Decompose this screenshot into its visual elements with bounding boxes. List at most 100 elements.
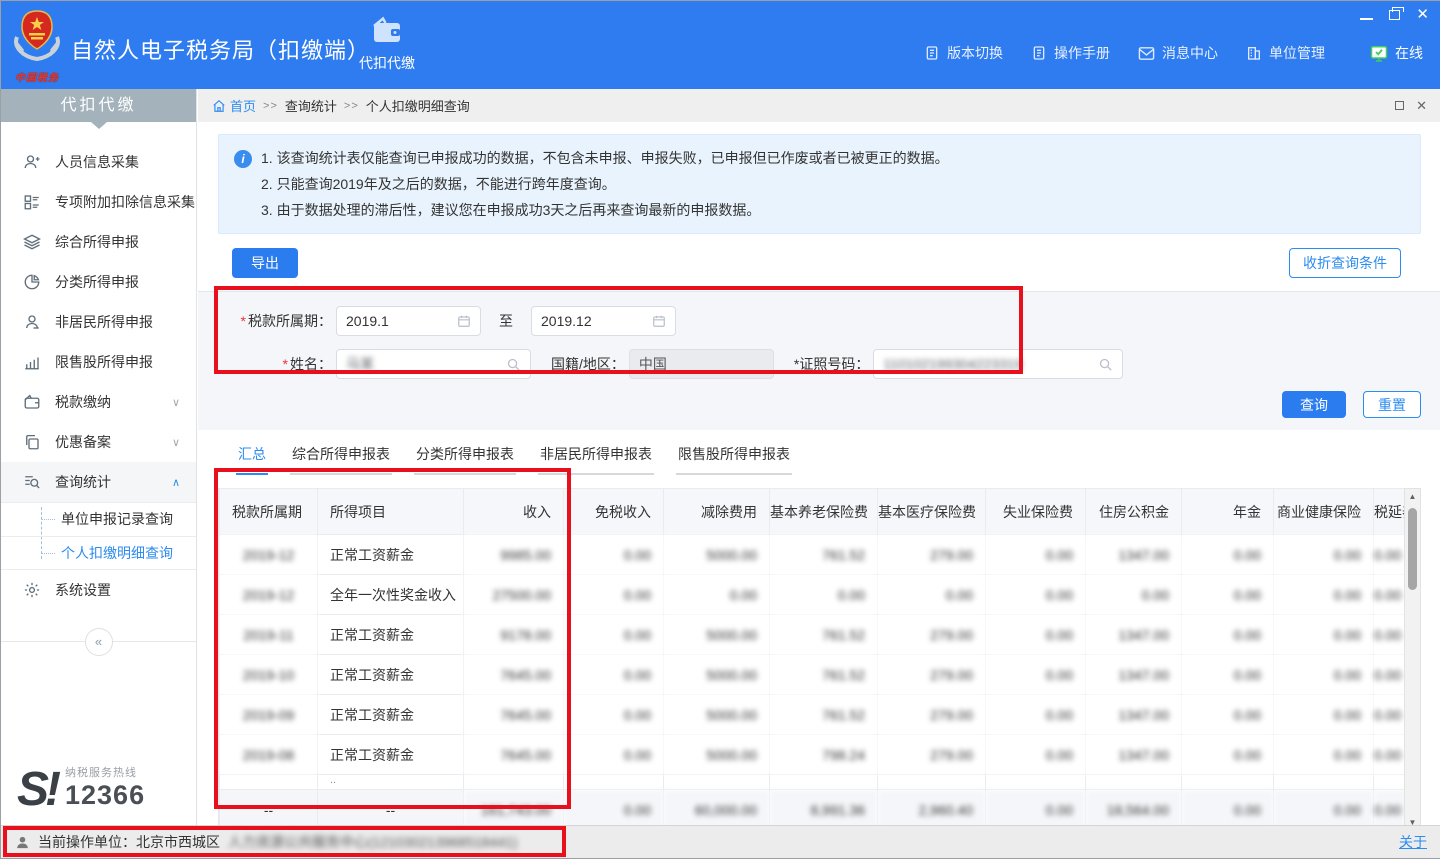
table-cell: 2019-10 (220, 655, 318, 695)
search-button[interactable]: 查询 (1282, 391, 1346, 418)
table-cell (770, 775, 878, 790)
menu-message-center[interactable]: 消息中心 (1138, 43, 1218, 63)
table-cell: 2019-12 (220, 575, 318, 615)
menu-version-switch[interactable]: 版本切换 (924, 43, 1003, 63)
wallet-icon (23, 393, 41, 411)
table-cell: 0.00 (1374, 615, 1405, 655)
column-header: 年金 (1182, 489, 1274, 535)
table-cell: 1347.00 (1086, 695, 1182, 735)
table-cell (464, 775, 564, 790)
module-tab-daikou-daijiao[interactable]: 代扣代缴 (339, 16, 435, 73)
document-icon (924, 45, 940, 61)
collapse-sidebar-button[interactable]: « (85, 628, 113, 656)
table-cell: 2,960.40 (878, 790, 986, 828)
name-input[interactable]: 马某 (336, 349, 531, 379)
about-link[interactable]: 关于 (1399, 832, 1427, 852)
sidebar-item-system-settings[interactable]: 系统设置 (1, 570, 196, 610)
table-cell (1086, 775, 1182, 790)
table-cell: 正常工资薪金 (318, 695, 464, 735)
manual-icon (1031, 45, 1047, 61)
table-cell: 0.00 (986, 735, 1086, 775)
monitor-check-icon (1370, 45, 1388, 62)
app-title: 自然人电子税务局（扣缴端） (71, 33, 370, 65)
current-unit-label: 当前操作单位：北京市西城区 (38, 832, 220, 852)
id-number-label: *证照号码： (794, 354, 869, 374)
close-button[interactable]: ✕ (1416, 8, 1429, 22)
table-row-partial: .. (220, 775, 1405, 790)
main-content: 首页 >> 查询统计 >> 个人扣缴明细查询 ✕ i 1. 该查询统计表仅能查询… (198, 89, 1440, 827)
tab-classified-income[interactable]: 分类所得申报表 (414, 444, 516, 475)
table-cell: 161,743.00 (464, 790, 564, 828)
sidebar-item-comprehensive-income[interactable]: 综合所得申报 (1, 222, 196, 262)
collapse-query-button[interactable]: 收折查询条件 (1289, 248, 1401, 278)
menu-label: 消息中心 (1162, 43, 1218, 63)
hotline-mark-icon: S! (17, 769, 57, 811)
breadcrumb-home[interactable]: 首页 (212, 96, 256, 115)
minimize-button[interactable] (1360, 18, 1373, 20)
table-cell: 0.00 (770, 575, 878, 615)
period-to-input[interactable]: 2019.12 (531, 306, 676, 336)
table-cell: 5000.00 (664, 655, 770, 695)
vertical-scrollbar-thumb[interactable] (1408, 508, 1417, 590)
sidebar-item-nonresident-income[interactable]: 非居民所得申报 (1, 302, 196, 342)
chevron-down-icon: ∨ (172, 396, 180, 409)
table-cell: 2019-08 (220, 735, 318, 775)
sidebar-item-preferential-filing[interactable]: 优惠备案 ∨ (1, 422, 196, 462)
menu-unit-management[interactable]: 单位管理 (1246, 43, 1325, 63)
table-cell: -- (220, 790, 318, 828)
table-cell: 0.00 (564, 655, 664, 695)
table-header-row: 税款所属期所得项目收入免税收入减除费用基本养老保险费基本医疗保险费失业保险费住房… (220, 489, 1405, 535)
sidebar-item-classified-income[interactable]: 分类所得申报 (1, 262, 196, 302)
export-button[interactable]: 导出 (232, 248, 298, 278)
sidebar-menu: 人员信息采集 专项附加扣除信息采集 综合所得申报 分类所得申报 非居民所得申报 (1, 122, 196, 656)
table-cell: 761.52 (770, 615, 878, 655)
sidebar-item-query-statistics[interactable]: 查询统计 ∧ (1, 462, 196, 502)
table-row: 2019-12正常工资薪金9985.000.005000.00761.52279… (220, 535, 1405, 575)
table-cell: 0.00 (1182, 695, 1274, 735)
sidebar-item-special-deduction[interactable]: 专项附加扣除信息采集 (1, 182, 196, 222)
table-row: 2019-08正常工资薪金7645.000.005000.00798.24279… (220, 735, 1405, 775)
period-from-input[interactable]: 2019.1 (336, 306, 481, 336)
table-cell: 5000.00 (664, 615, 770, 655)
table-cell: 全年一次性奖金收入 (318, 575, 464, 615)
sidebar-item-personnel-info[interactable]: 人员信息采集 (1, 142, 196, 182)
table-cell: 1347.00 (1086, 655, 1182, 695)
tab-nonresident-income[interactable]: 非居民所得申报表 (538, 444, 654, 475)
table-cell: 0.00 (1374, 790, 1405, 828)
restore-button[interactable] (1389, 10, 1400, 20)
table-cell: .. (318, 775, 464, 790)
table-cell: 0.00 (1086, 575, 1182, 615)
page-restore-icon[interactable] (1395, 101, 1404, 110)
table-cell (1374, 775, 1405, 790)
sidebar-item-restricted-stock[interactable]: 限售股所得申报 (1, 342, 196, 382)
wallet-icon (371, 16, 403, 46)
person-row: *姓名： 马某 国籍/地区： 中国 *证照号码： 110102199304223… (222, 349, 1440, 379)
table-cell: 279.00 (878, 655, 986, 695)
range-word: 至 (499, 311, 513, 331)
tab-summary[interactable]: 汇总 (236, 444, 268, 475)
table-cell: 279.00 (878, 535, 986, 575)
table-cell: 798.24 (770, 735, 878, 775)
reset-button[interactable]: 重置 (1363, 391, 1421, 418)
scroll-up-icon[interactable]: ▲ (1405, 489, 1420, 504)
sidebar-subitem-unit-declaration-query[interactable]: 单位申报记录查询 (1, 503, 196, 536)
hotline-label: 纳税服务热线 (65, 764, 145, 780)
sidebar-subitem-personal-withholding-query[interactable]: 个人扣缴明细查询 (1, 536, 196, 569)
table-cell: 0.00 (986, 695, 1086, 735)
table-cell: 18,564.00 (1086, 790, 1182, 828)
table-cell: 1347.00 (1086, 735, 1182, 775)
sidebar-item-tax-payment[interactable]: 税款缴纳 ∨ (1, 382, 196, 422)
table-cell: 0.00 (1274, 735, 1374, 775)
result-tabs: 汇总 综合所得申报表 分类所得申报表 非居民所得申报表 限售股所得申报表 (236, 444, 1421, 475)
tab-comprehensive-income[interactable]: 综合所得申报表 (290, 444, 392, 475)
table-cell: 0.00 (1182, 655, 1274, 695)
tab-restricted-stock[interactable]: 限售股所得申报表 (676, 444, 792, 475)
sidebar-item-label: 限售股所得申报 (55, 352, 153, 372)
vertical-scrollbar[interactable]: ▲ ▼ (1404, 488, 1421, 827)
menu-manual[interactable]: 操作手册 (1031, 43, 1110, 63)
id-number-input[interactable]: 110102199304223319 (873, 349, 1123, 379)
table-cell: 0.00 (1274, 575, 1374, 615)
chevron-down-icon: ∨ (172, 436, 180, 449)
column-header: 商业健康保险 (1274, 489, 1374, 535)
page-close-icon[interactable]: ✕ (1416, 98, 1427, 114)
